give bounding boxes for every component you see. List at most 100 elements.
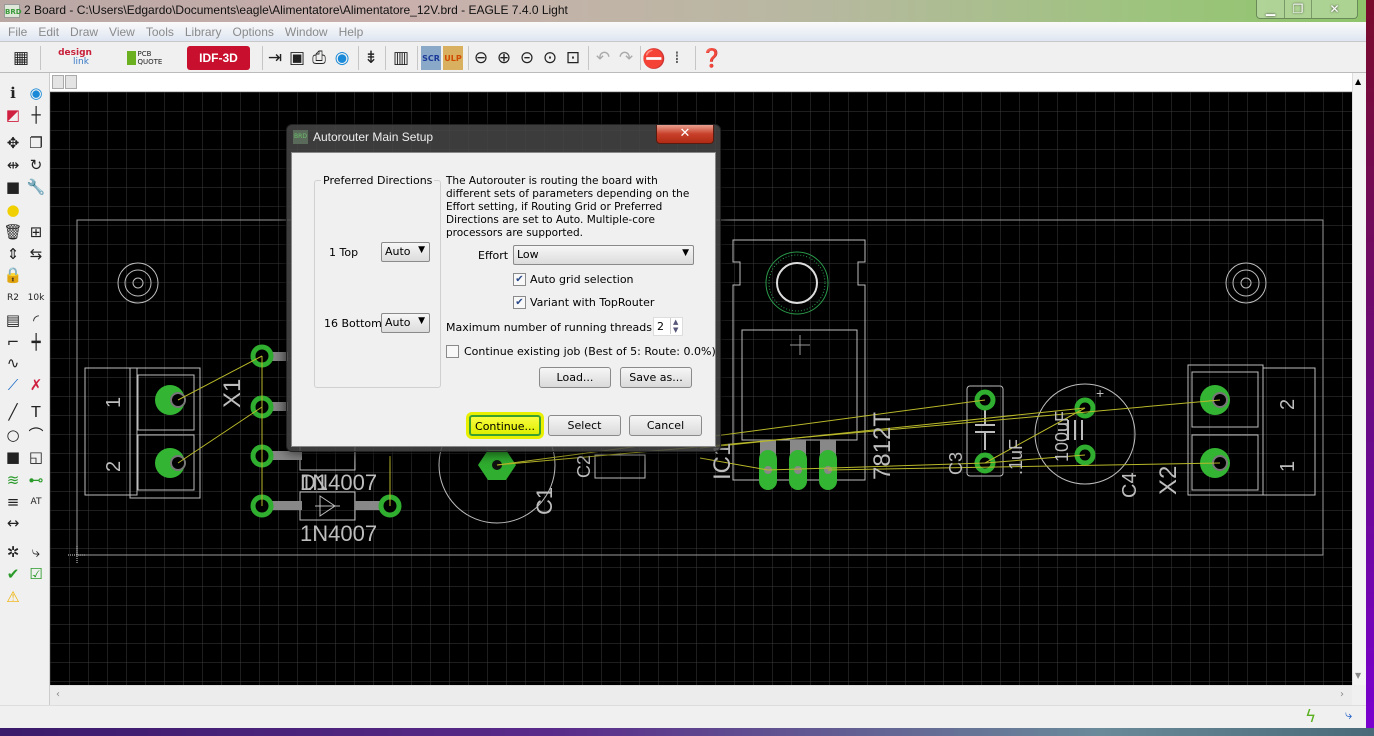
script-button[interactable]: SCR xyxy=(421,46,441,70)
redo-icon[interactable]: ↷ xyxy=(616,46,636,70)
add-tool-icon[interactable]: ⊞ xyxy=(25,222,47,242)
autorouter-status-icon[interactable]: ⤷ xyxy=(1345,708,1352,723)
text-tool-icon[interactable]: T xyxy=(25,402,47,422)
lightning-icon[interactable]: ϟ xyxy=(1305,707,1316,727)
errors-tool-icon[interactable]: ⚠ xyxy=(2,587,24,607)
window-title: 2 Board - C:\Users\Edgardo\Documents\eag… xyxy=(24,3,568,17)
info-tool-icon[interactable]: ℹ xyxy=(2,83,24,103)
mark-tool-icon[interactable]: ┼ xyxy=(25,105,47,125)
redraw-icon[interactable]: ⊙ xyxy=(540,46,560,70)
erc-tool-icon[interactable]: ✔ xyxy=(2,564,24,584)
menu-options[interactable]: Options xyxy=(229,22,281,41)
layer-top-direction-select[interactable]: Auto ▼ xyxy=(381,242,430,262)
go-icon[interactable]: ⁞ xyxy=(668,46,686,70)
design-link-button[interactable]: design link xyxy=(55,46,95,70)
ratsnest-tool-icon[interactable]: ✲ xyxy=(2,542,24,562)
drc-tool-icon[interactable]: ☑ xyxy=(25,564,47,584)
dimension-tool-icon[interactable]: ↔ xyxy=(2,513,24,533)
paste-tool-icon[interactable]: ● xyxy=(2,200,24,220)
autorouter-tool-icon[interactable]: ⤷ xyxy=(25,542,47,562)
display-layers-tool-icon[interactable]: ◩ xyxy=(2,105,24,125)
library-icon[interactable]: ▥ xyxy=(390,46,412,70)
menu-file[interactable]: File xyxy=(4,22,34,41)
idf-3d-button[interactable]: IDF-3D xyxy=(187,46,250,70)
cam-processor-icon[interactable]: ◉ xyxy=(332,46,352,70)
ripup-tool-icon[interactable]: ✗ xyxy=(25,375,47,395)
replace-tool-icon[interactable]: ⇆ xyxy=(25,244,47,264)
signal-tool-icon[interactable]: ⊷ xyxy=(25,470,47,490)
menu-window[interactable]: Window xyxy=(281,22,335,41)
close-window-button[interactable]: ✕ xyxy=(1311,0,1357,18)
hole-tool-icon[interactable]: ≡ xyxy=(2,492,24,512)
grid-icon[interactable]: ▦ xyxy=(10,46,32,70)
attribute-tool-icon[interactable]: AT xyxy=(25,492,47,512)
minimize-button[interactable]: ▁ xyxy=(1257,0,1284,18)
restore-button[interactable]: ❐ xyxy=(1284,0,1311,18)
effort-select[interactable]: Low ▼ xyxy=(513,245,694,265)
zoom-fit-icon[interactable]: ⊖ xyxy=(471,46,491,70)
menu-help[interactable]: Help xyxy=(335,22,371,41)
cancel-button[interactable]: Cancel xyxy=(629,415,702,436)
meander-tool-icon[interactable]: ∿ xyxy=(2,353,24,373)
delete-tool-icon[interactable]: 🗑 xyxy=(2,222,24,242)
move-tool-icon[interactable]: ✥ xyxy=(2,133,24,153)
horizontal-scrollbar[interactable]: ‹ › xyxy=(50,685,1352,705)
pinswap-tool-icon[interactable]: ⇕ xyxy=(2,244,24,264)
smash-tool-icon[interactable]: ▤ xyxy=(2,310,24,330)
dialog-close-button[interactable]: ✕ xyxy=(656,125,714,144)
load-button[interactable]: Load... xyxy=(539,367,611,388)
spin-arrows-icon[interactable]: ▲ ▼ xyxy=(670,318,678,334)
circle-tool-icon[interactable]: ○ xyxy=(2,425,24,445)
mirror-tool-icon[interactable]: ⇹ xyxy=(2,155,24,175)
group-tool-icon[interactable]: ■ xyxy=(2,177,24,197)
vertical-scrollbar[interactable]: ▲ ▼ xyxy=(1352,73,1366,685)
optimize-tool-icon[interactable]: ┿ xyxy=(25,332,47,352)
variant-toprouter-checkbox[interactable]: ✔ xyxy=(513,296,526,309)
lock-tool-icon[interactable]: 🔒 xyxy=(2,265,24,285)
continue-job-checkbox[interactable] xyxy=(446,345,459,358)
diode-value-label-1: 1N4007 xyxy=(300,470,377,495)
name-tool-icon[interactable]: R2 xyxy=(2,288,24,308)
undo-icon[interactable]: ↶ xyxy=(593,46,613,70)
pcb-quote-button[interactable]: PCB QUOTE xyxy=(122,46,166,70)
threads-label: Maximum number of running threads xyxy=(446,321,652,334)
menu-draw[interactable]: Draw xyxy=(66,22,105,41)
menu-edit[interactable]: Edit xyxy=(34,22,66,41)
layer-bottom-direction-select[interactable]: Auto ▼ xyxy=(381,313,430,333)
help-icon[interactable]: ❓ xyxy=(701,46,723,70)
schematic-switch-icon[interactable]: ⇟ xyxy=(362,46,380,70)
split-tool-icon[interactable]: ⌐ xyxy=(2,332,24,352)
stop-icon[interactable]: ⛔ xyxy=(642,46,666,70)
wire-tool-icon[interactable]: ╱ xyxy=(2,402,24,422)
open-icon[interactable]: ⇥ xyxy=(265,46,285,70)
zoom-in-icon[interactable]: ⊕ xyxy=(494,46,514,70)
select-button[interactable]: Select xyxy=(548,415,621,436)
rect-tool-icon[interactable]: ■ xyxy=(2,447,24,467)
auto-grid-label: Auto grid selection xyxy=(530,273,634,286)
zoom-select-icon[interactable]: ⊡ xyxy=(563,46,583,70)
menu-view[interactable]: View xyxy=(105,22,142,41)
print-icon[interactable]: ⎙ xyxy=(309,46,329,70)
polygon-tool-icon[interactable]: ◱ xyxy=(25,447,47,467)
menu-library[interactable]: Library xyxy=(181,22,229,41)
ulp-button[interactable]: ULP xyxy=(443,46,463,70)
show-tool-icon[interactable]: ◉ xyxy=(25,83,47,103)
threads-spinbox[interactable]: 2 ▲ ▼ xyxy=(653,317,683,336)
rotate-tool-icon[interactable]: ↻ xyxy=(25,155,47,175)
auto-grid-checkbox[interactable]: ✔ xyxy=(513,273,526,286)
save-as-button[interactable]: Save as... xyxy=(620,367,692,388)
via-tool-icon[interactable]: ≋ xyxy=(2,470,24,490)
value-tool-icon[interactable]: 10k xyxy=(25,288,47,308)
preferred-directions-group: Preferred Directions 1 Top Auto ▼ 16 Bott… xyxy=(314,174,441,388)
taskbar xyxy=(0,728,1374,736)
miter-tool-icon[interactable]: ◜ xyxy=(25,310,47,330)
arc-tool-icon[interactable]: ⌒ xyxy=(25,425,47,445)
command-line-input[interactable]: ▼ xyxy=(50,73,1366,92)
continue-button[interactable]: Continue... xyxy=(469,415,541,436)
menu-tools[interactable]: Tools xyxy=(142,22,181,41)
zoom-out-icon[interactable]: ⊝ xyxy=(517,46,537,70)
route-tool-icon[interactable]: ⟋ xyxy=(2,375,24,395)
copy-tool-icon[interactable]: ❐ xyxy=(25,133,47,153)
save-icon[interactable]: ▣ xyxy=(287,46,307,70)
change-tool-icon[interactable]: 🔧 xyxy=(25,177,47,197)
